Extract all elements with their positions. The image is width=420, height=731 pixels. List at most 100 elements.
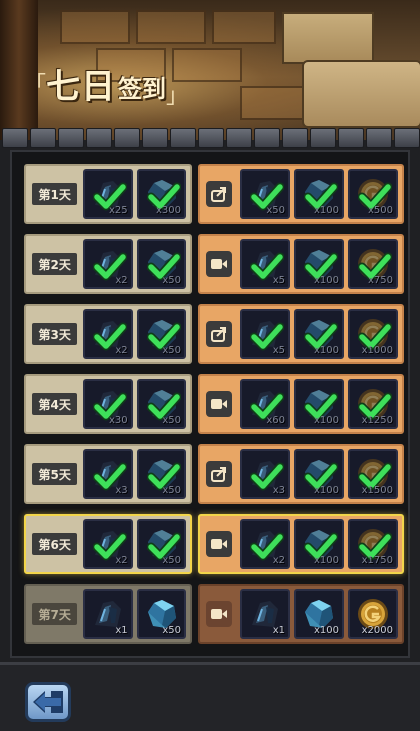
reward-item[interactable]: x500 <box>348 169 398 219</box>
reward-item[interactable]: x100 <box>294 379 344 429</box>
reward-quantity: x1250 <box>361 415 393 426</box>
reward-quantity: x50 <box>162 345 181 356</box>
brick <box>60 10 130 44</box>
brick <box>212 10 276 44</box>
reward-item[interactable]: x3 <box>240 449 290 499</box>
title-sub: 签到 <box>118 73 167 103</box>
free-reward-card[interactable]: 第6天 x2 x50 <box>24 514 192 574</box>
reward-item[interactable]: x2000 <box>348 589 398 639</box>
reward-quantity: x100 <box>313 415 339 426</box>
brick <box>240 86 310 120</box>
reward-item[interactable]: x100 <box>294 309 344 359</box>
reward-item[interactable]: x100 <box>294 169 344 219</box>
reward-quantity: x5 <box>272 275 285 286</box>
day-row-7: 第7天 x1 x50 x1 x100 x2000 <box>24 584 404 644</box>
bonus-reward-card[interactable]: x5 x100 x1000 <box>198 304 404 364</box>
reward-item[interactable]: x5 <box>240 309 290 359</box>
sack <box>302 60 420 128</box>
reward-quantity: x1 <box>272 625 285 636</box>
back-arrow-icon <box>33 691 63 713</box>
brick <box>136 10 206 44</box>
share-button[interactable] <box>206 321 232 347</box>
share-button[interactable] <box>206 181 232 207</box>
reward-item[interactable]: x50 <box>240 169 290 219</box>
page-title: 「 七日 签到 」 <box>24 58 188 110</box>
free-reward-card[interactable]: 第5天 x3 x50 <box>24 444 192 504</box>
reward-item[interactable]: x1750 <box>348 519 398 569</box>
reward-item[interactable]: x50 <box>136 379 186 429</box>
reward-item[interactable]: x2 <box>83 309 133 359</box>
day-row-1: 第1天 x25 x300 x50 x100 x500 <box>24 164 404 224</box>
reward-item[interactable]: x100 <box>294 449 344 499</box>
watch-video-button[interactable] <box>206 601 232 627</box>
title-main: 七日 <box>46 66 117 107</box>
bonus-reward-card[interactable]: x5 x100 x750 <box>198 234 404 294</box>
reward-item[interactable]: x50 <box>136 519 186 569</box>
reward-quantity: x2 <box>115 275 128 286</box>
day-label: 第1天 <box>32 183 78 205</box>
reward-item[interactable]: x60 <box>240 379 290 429</box>
reward-item[interactable]: x50 <box>136 589 186 639</box>
reward-quantity: x1000 <box>361 345 393 356</box>
video-icon <box>211 539 227 549</box>
share-icon <box>211 327 226 342</box>
reward-quantity: x300 <box>155 205 181 216</box>
share-icon <box>211 467 226 482</box>
reward-item[interactable]: x2 <box>83 519 133 569</box>
bonus-reward-card[interactable]: x1 x100 x2000 <box>198 584 404 644</box>
reward-item[interactable]: x50 <box>136 239 186 289</box>
reward-item[interactable]: x750 <box>348 239 398 289</box>
reward-item[interactable]: x1250 <box>348 379 398 429</box>
bonus-reward-card[interactable]: x3 x100 x1500 <box>198 444 404 504</box>
video-icon <box>211 399 227 409</box>
day-row-6: 第6天 x2 x50 x2 x100 x1750 <box>24 514 404 574</box>
reward-item[interactable]: x1 <box>83 589 133 639</box>
day-label: 第4天 <box>32 393 78 415</box>
day-label: 第5天 <box>32 463 78 485</box>
reward-item[interactable]: x1 <box>240 589 290 639</box>
header-banner: 「 七日 签到 」 <box>0 0 420 140</box>
video-icon <box>211 259 227 269</box>
reward-quantity: x1750 <box>361 555 393 566</box>
day-label: 第7天 <box>32 603 78 625</box>
reward-quantity: x100 <box>313 485 339 496</box>
free-reward-card[interactable]: 第3天 x2 x50 <box>24 304 192 364</box>
day-row-5: 第5天 x3 x50 x3 x100 x1500 <box>24 444 404 504</box>
watch-video-button[interactable] <box>206 391 232 417</box>
reward-quantity: x5 <box>272 345 285 356</box>
reward-quantity: x2 <box>115 345 128 356</box>
reward-quantity: x100 <box>313 345 339 356</box>
reward-item[interactable]: x1500 <box>348 449 398 499</box>
reward-item[interactable]: x100 <box>294 519 344 569</box>
share-button[interactable] <box>206 461 232 487</box>
reward-quantity: x50 <box>162 625 181 636</box>
reward-item[interactable]: x50 <box>136 449 186 499</box>
reward-item[interactable]: x300 <box>136 169 186 219</box>
reward-item[interactable]: x2 <box>240 519 290 569</box>
stone-border <box>0 128 420 150</box>
reward-item[interactable]: x2 <box>83 239 133 289</box>
reward-quantity: x2 <box>115 555 128 566</box>
reward-item[interactable]: x5 <box>240 239 290 289</box>
reward-quantity: x50 <box>162 555 181 566</box>
bonus-reward-card[interactable]: x60 x100 x1250 <box>198 374 404 434</box>
reward-item[interactable]: x3 <box>83 449 133 499</box>
watch-video-button[interactable] <box>206 251 232 277</box>
free-reward-card[interactable]: 第2天 x2 x50 <box>24 234 192 294</box>
back-button[interactable] <box>25 682 71 722</box>
reward-item[interactable]: x50 <box>136 309 186 359</box>
free-reward-card[interactable]: 第1天 x25 x300 <box>24 164 192 224</box>
reward-quantity: x2000 <box>361 625 393 636</box>
reward-item[interactable]: x1000 <box>348 309 398 359</box>
reward-quantity: x100 <box>313 275 339 286</box>
reward-item[interactable]: x100 <box>294 589 344 639</box>
reward-item[interactable]: x30 <box>83 379 133 429</box>
bonus-reward-card[interactable]: x2 x100 x1750 <box>198 514 404 574</box>
day-row-2: 第2天 x2 x50 x5 x100 x750 <box>24 234 404 294</box>
free-reward-card[interactable]: 第7天 x1 x50 <box>24 584 192 644</box>
reward-item[interactable]: x100 <box>294 239 344 289</box>
watch-video-button[interactable] <box>206 531 232 557</box>
free-reward-card[interactable]: 第4天 x30 x50 <box>24 374 192 434</box>
reward-item[interactable]: x25 <box>83 169 133 219</box>
bonus-reward-card[interactable]: x50 x100 x500 <box>198 164 404 224</box>
